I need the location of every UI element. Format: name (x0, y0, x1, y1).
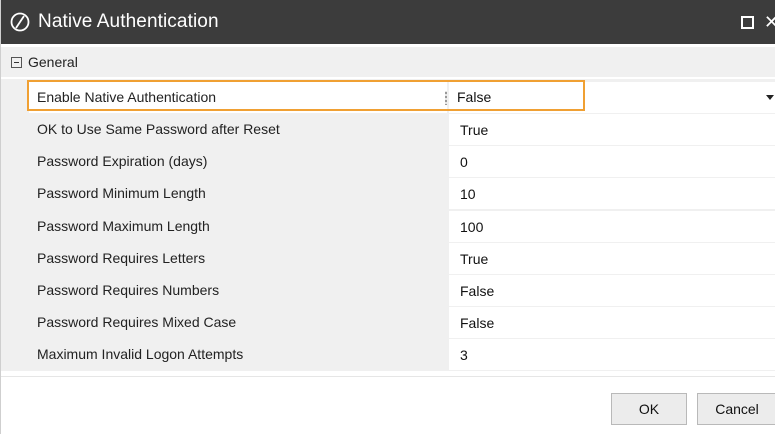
close-icon[interactable]: ✕ (764, 0, 775, 44)
property-row[interactable]: Password Maximum Length 100 (29, 211, 775, 242)
property-row[interactable]: Password Minimum Length 10 (29, 178, 775, 209)
property-value[interactable]: True (449, 243, 775, 274)
title-bar[interactable]: Native Authentication ✕ (1, 0, 775, 44)
property-row[interactable]: Password Requires Letters True (29, 243, 775, 274)
property-name: Password Maximum Length (29, 211, 447, 242)
ok-button[interactable]: OK (611, 393, 687, 425)
chevron-down-icon[interactable] (766, 95, 774, 100)
group-header-general[interactable]: General (1, 47, 775, 77)
property-row[interactable]: Password Expiration (days) 0 (29, 146, 775, 177)
property-value[interactable]: False (449, 275, 775, 306)
property-value[interactable]: 100 (449, 211, 775, 242)
collapse-minus-icon[interactable] (11, 56, 22, 68)
property-row[interactable]: OK to Use Same Password after Reset True (29, 114, 775, 145)
property-row[interactable]: Maximum Invalid Logon Attempts 3 (29, 339, 775, 370)
property-name: Enable Native Authentication (29, 82, 447, 113)
property-name: Maximum Invalid Logon Attempts (29, 339, 447, 370)
property-value[interactable]: 0 (449, 146, 775, 177)
slash-circle-icon (9, 11, 31, 33)
property-value[interactable]: True (449, 114, 775, 145)
window-controls: ✕ (741, 0, 775, 44)
footer-divider (1, 376, 775, 377)
property-value[interactable]: False (449, 307, 775, 338)
property-name: Password Requires Numbers (29, 275, 447, 306)
property-name: Password Requires Mixed Case (29, 307, 447, 338)
window-title: Native Authentication (38, 11, 219, 32)
maximize-icon[interactable] (741, 15, 754, 29)
property-value-dropdown[interactable]: False (449, 82, 775, 113)
property-value: False (457, 89, 492, 105)
property-grid: Enable Native Authentication False OK to… (1, 79, 775, 371)
cancel-button[interactable]: Cancel (697, 393, 775, 425)
property-row[interactable]: Password Requires Numbers False (29, 275, 775, 306)
property-name: OK to Use Same Password after Reset (29, 114, 447, 145)
property-value[interactable]: 3 (449, 339, 775, 370)
native-authentication-dialog: Native Authentication ✕ General Enable N… (0, 0, 775, 434)
column-splitter[interactable] (445, 91, 447, 105)
property-row[interactable]: Enable Native Authentication False (29, 82, 775, 113)
group-label: General (28, 54, 78, 70)
property-name: Password Expiration (days) (29, 146, 447, 177)
property-row[interactable]: Password Requires Mixed Case False (29, 307, 775, 338)
property-value[interactable]: 10 (449, 178, 775, 209)
property-name: Password Requires Letters (29, 243, 447, 274)
property-name: Password Minimum Length (29, 178, 447, 209)
